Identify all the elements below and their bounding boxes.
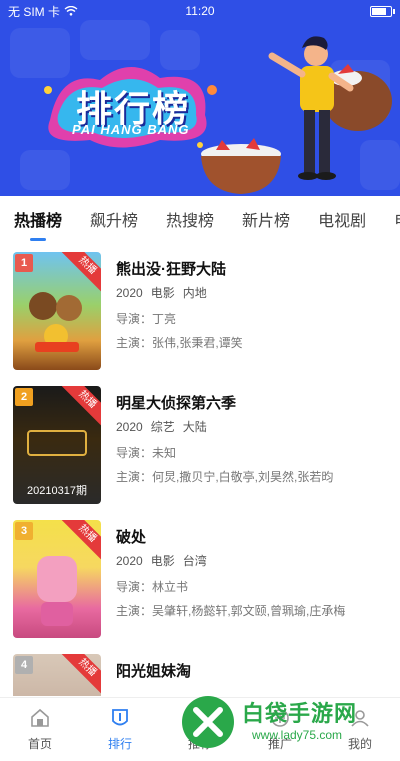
- tab-hot-search[interactable]: 热搜榜: [166, 203, 214, 235]
- director-label: 导演：: [116, 580, 153, 594]
- tab-tv-series[interactable]: 电视剧: [318, 203, 366, 235]
- poster-image[interactable]: 3 热播: [13, 520, 101, 638]
- cast-label: 主演：: [116, 336, 153, 350]
- ranking-tabs: 热播榜 飙升榜 热搜榜 新片榜 电视剧 电影: [0, 196, 400, 242]
- ranking-list: 1 热播 熊出没·狂野大陆 2020 电影 内地 导演：丁亮 主演：张伟,张秉君,谭…: [0, 244, 400, 696]
- rank-badge: 3: [15, 522, 33, 540]
- status-bar: 无 SIM 卡 11:20: [0, 0, 400, 22]
- cast-value: 何炅,撒贝宁,白敬亭,刘昊然,张若昀: [152, 470, 334, 484]
- item-title[interactable]: 明星大侦探第六季: [116, 392, 386, 414]
- tab-hot-play[interactable]: 热播榜: [14, 203, 62, 241]
- item-year: 2020: [116, 286, 143, 300]
- status-time: 11:20: [185, 4, 215, 18]
- list-item[interactable]: 3 热播 破处 2020 电影 台湾 导演：林立书 主演：吴肇轩,杨懿轩,郭文颐,曾…: [0, 512, 400, 646]
- poster-caption: 20210317期: [27, 485, 87, 497]
- director-label: 导演：: [116, 312, 153, 326]
- item-category: 电影: [150, 286, 175, 300]
- ranking-icon: [112, 709, 128, 726]
- rank-badge: 1: [15, 254, 33, 272]
- item-region: 大陆: [182, 420, 207, 434]
- nav-ranking[interactable]: 排行: [80, 698, 160, 761]
- item-year: 2020: [116, 420, 143, 434]
- carrier-text: 无 SIM 卡: [8, 4, 61, 19]
- item-category: 电影: [150, 554, 175, 568]
- director-label: 导演：: [116, 446, 153, 460]
- poster-art: [29, 292, 82, 352]
- tab-new[interactable]: 新片榜: [242, 203, 290, 235]
- director-value: 丁亮: [152, 312, 177, 326]
- director-value: 林立书: [152, 580, 189, 594]
- item-category: 综艺: [150, 420, 175, 434]
- item-year: 2020: [116, 554, 143, 568]
- rank-badge: 2: [15, 388, 33, 406]
- watermark-url: www.lady75.com: [252, 728, 343, 742]
- home-icon: [31, 708, 49, 727]
- poster-art: [37, 556, 77, 626]
- director-value: 未知: [152, 446, 177, 460]
- watermark-name: 白袋手游网: [242, 701, 358, 726]
- site-watermark: 白袋手游网 www.lady75.com: [178, 688, 400, 758]
- item-region: 内地: [182, 286, 207, 300]
- tab-movie[interactable]: 电影: [394, 203, 400, 235]
- item-region: 台湾: [182, 554, 207, 568]
- cast-value: 吴肇轩,杨懿轩,郭文颐,曾珮瑜,庄承梅: [152, 604, 346, 618]
- item-title[interactable]: 熊出没·狂野大陆: [116, 258, 386, 280]
- banner: 排行榜 PAI HANG BANG 无 SIM 卡 11:20: [0, 0, 400, 196]
- cast-value: 张伟,张秉君,谭笑: [152, 336, 243, 350]
- cast-label: 主演：: [116, 604, 153, 618]
- tab-soaring[interactable]: 飙升榜: [90, 203, 138, 235]
- poster-image[interactable]: 1 热播: [13, 252, 101, 370]
- hot-badge: 热播: [58, 386, 101, 429]
- wifi-icon: [64, 6, 78, 16]
- nav-home-label: 首页: [27, 737, 52, 751]
- rank-badge: 4: [15, 656, 33, 674]
- hot-badge: 热播: [58, 654, 101, 696]
- nav-home[interactable]: 首页: [0, 698, 80, 761]
- item-title[interactable]: 破处: [116, 526, 386, 548]
- poster-image[interactable]: 4 热播: [13, 654, 101, 696]
- bowl-illustration: [201, 138, 281, 194]
- watermark-logo: [182, 696, 234, 748]
- item-title[interactable]: 阳光姐妹淘: [116, 660, 386, 682]
- banner-subtitle: PAI HANG BANG: [72, 122, 190, 137]
- battery-icon: [370, 5, 395, 17]
- nav-ranking-label: 排行: [107, 737, 132, 751]
- cast-label: 主演：: [116, 470, 153, 484]
- list-item[interactable]: 1 热播 熊出没·狂野大陆 2020 电影 内地 导演：丁亮 主演：张伟,张秉君,谭…: [0, 244, 400, 378]
- poster-image[interactable]: 2 热播 20210317期: [13, 386, 101, 504]
- list-item[interactable]: 2 热播 20210317期 明星大侦探第六季 2020 综艺 大陆 导演：未知 主…: [0, 378, 400, 512]
